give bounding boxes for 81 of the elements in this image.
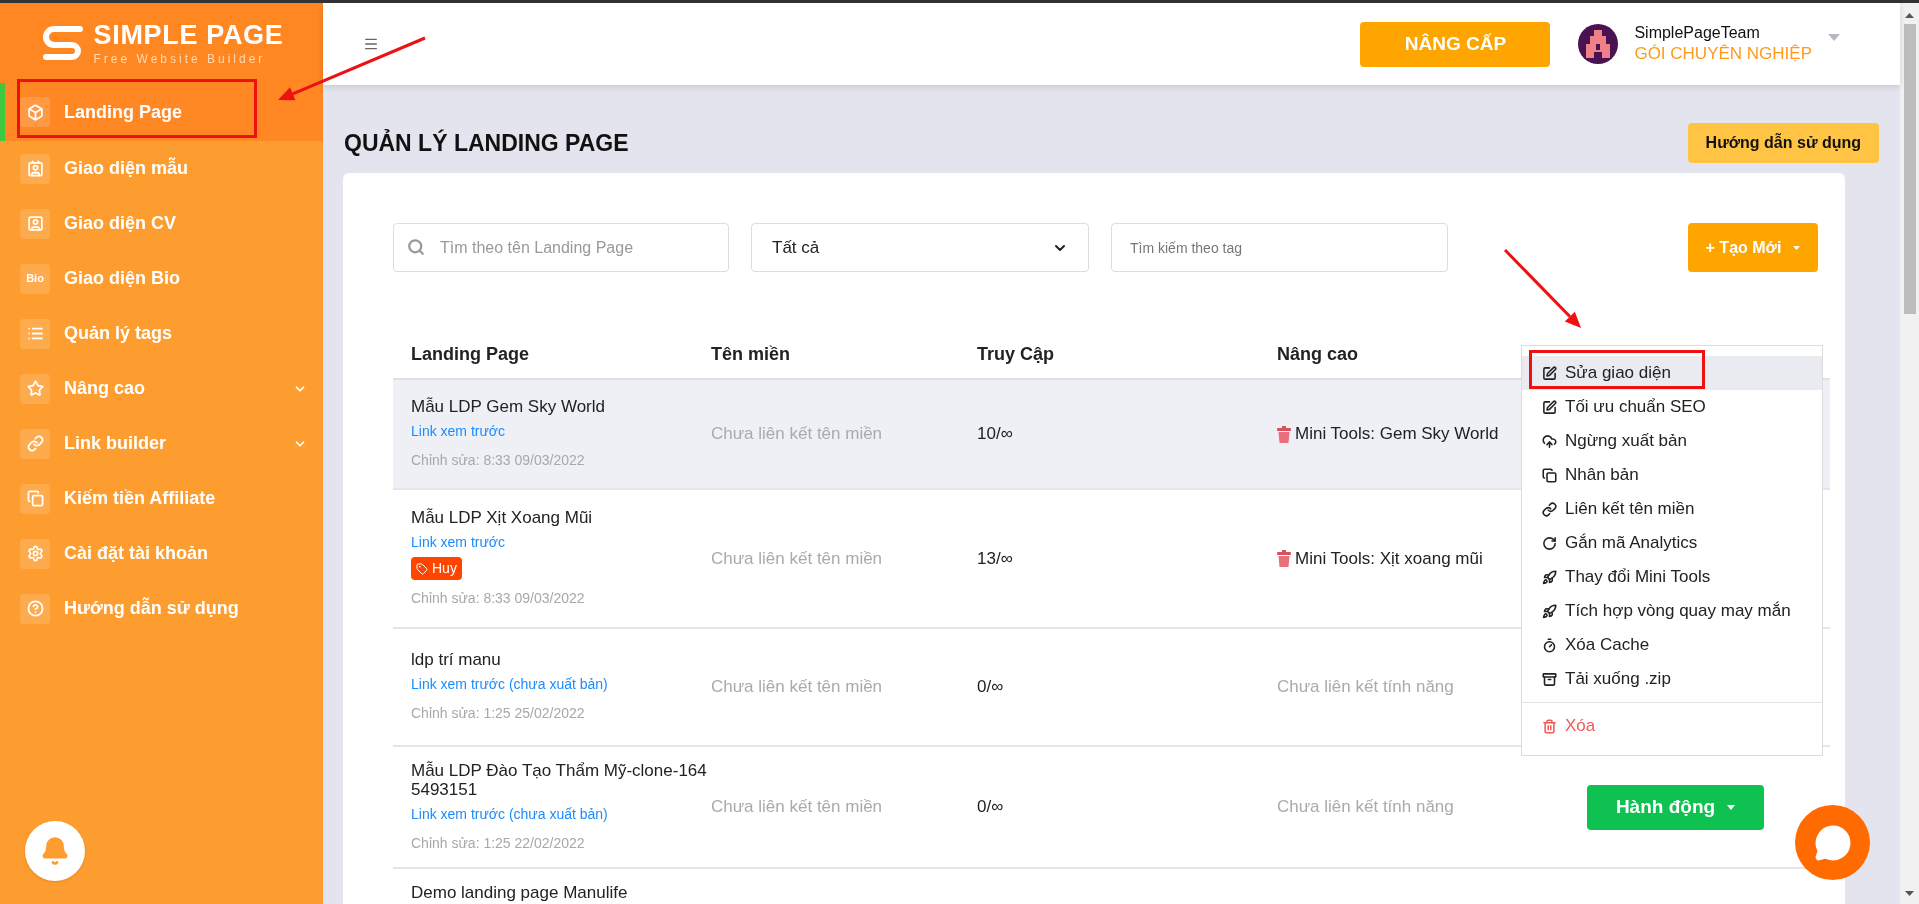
copy-icon <box>1542 467 1557 483</box>
sidebar-item-label: Kiếm tiền Affiliate <box>64 487 217 510</box>
scrollbar-thumb[interactable] <box>1903 24 1916 314</box>
list-icon <box>20 318 50 349</box>
logo-subtitle: Free Website Builder <box>93 52 267 65</box>
id-badge-icon <box>20 208 50 239</box>
caret-down-icon <box>1793 245 1801 250</box>
sidebar-item-label: Hướng dẫn sử dụng <box>64 596 240 620</box>
column-header: Tên miền <box>711 342 791 366</box>
edit-icon <box>1542 365 1557 381</box>
link-icon <box>1542 501 1557 517</box>
bio-icon: Bio <box>20 263 50 294</box>
domain-status: Chưa liên kết tên miền <box>711 677 883 697</box>
sidebar-item-label: Cài đặt tài khoản <box>64 542 210 565</box>
trash-icon <box>1277 425 1291 443</box>
sidebar-item-label: Quản lý tags <box>64 322 174 345</box>
trash-icon <box>1277 550 1291 567</box>
rocket-icon <box>1542 603 1557 619</box>
bell-icon <box>40 836 70 866</box>
sidebar-item-label: Link builder <box>64 432 167 455</box>
notification-bell-button[interactable] <box>25 821 85 881</box>
feature-status: Chưa liên kết tính năng <box>1277 676 1454 699</box>
landing-page-name[interactable]: Mẫu LDP Gem Sky World <box>411 397 605 416</box>
landing-page-name[interactable]: Demo landing page Manulife <box>411 883 628 902</box>
search-icon <box>407 238 425 256</box>
settings-icon <box>20 538 50 569</box>
edited-time: Chỉnh sửa: 1:25 25/02/2022 <box>411 704 585 723</box>
status-select[interactable]: Tất cả <box>751 223 1089 272</box>
access-count: 0/∞ <box>977 797 1004 817</box>
contact-card-icon <box>20 153 50 184</box>
rocket-icon <box>1542 569 1557 585</box>
box-icon <box>20 97 50 127</box>
menu-icon[interactable] <box>363 36 379 52</box>
sidebar-item-label: Giao diện Bio <box>64 267 181 290</box>
timer-icon <box>1542 637 1557 653</box>
chat-bubble-icon <box>1813 823 1852 862</box>
mini-tool-name: Mini Tools: Xịt xoang mũi <box>1295 547 1483 570</box>
user-name: SimplePageTeam <box>1634 23 1761 44</box>
trash-icon <box>1542 718 1557 734</box>
link-icon <box>20 428 50 459</box>
landing-page-name[interactable]: ldp trí manu <box>411 650 501 669</box>
column-header: Landing Page <box>411 342 530 366</box>
edit-icon <box>1542 399 1557 415</box>
scroll-up-icon[interactable] <box>1905 13 1914 18</box>
avatar-icon <box>1578 24 1619 64</box>
domain-status: Chưa liên kết tên miền <box>711 424 883 444</box>
caret-down-icon[interactable] <box>1828 33 1840 41</box>
mini-tool-name: Mini Tools: Gem Sky World <box>1295 423 1499 446</box>
column-header: Truy Cập <box>977 342 1056 366</box>
edited-time: Chỉnh sửa: 8:33 09/03/2022 <box>411 451 585 470</box>
edited-time: Chỉnh sửa: 1:25 22/02/2022 <box>411 833 585 853</box>
copy-icon <box>20 483 50 514</box>
tag-icon <box>416 562 428 575</box>
caret-down-icon <box>1727 804 1736 810</box>
page-title: QUẢN LÝ LANDING PAGE <box>344 128 629 158</box>
search-field[interactable]: Tìm theo tên Landing Page <box>393 223 729 272</box>
tag-search-field[interactable]: Tìm kiếm theo tag <box>1111 223 1448 272</box>
feature-status: Chưa liên kết tính năng <box>1277 796 1454 819</box>
archive-icon <box>1542 671 1557 687</box>
menu-item[interactable]: Sửa giao diện <box>1522 356 1822 390</box>
user-plan: GÓI CHUYÊN NGHIỆP <box>1634 43 1812 65</box>
landing-page-name[interactable]: Mẫu LDP Xịt Xoang Mũi <box>411 508 593 527</box>
sidebar-item-label: Giao diện CV <box>64 212 178 235</box>
edited-time: Chỉnh sửa: 8:33 09/03/2022 <box>411 589 585 608</box>
landing-page-name[interactable]: Mẫu LDP Đào Tạo Thẩm Mỹ-clone-1645493151 <box>411 760 711 799</box>
domain-status: Chưa liên kết tên miền <box>711 797 883 817</box>
access-count: 0/∞ <box>977 677 1004 697</box>
access-count: 13/∞ <box>977 548 1013 568</box>
scroll-down-icon[interactable] <box>1905 891 1914 896</box>
guide-button[interactable]: Hướng dẫn sử dụng <box>1687 123 1879 163</box>
refresh-icon <box>1542 535 1557 551</box>
access-count: 10/∞ <box>977 424 1013 444</box>
logo-title: SIMPLE PAGE <box>93 21 284 49</box>
help-icon <box>20 593 50 624</box>
domain-status: Chưa liên kết tên miền <box>711 548 883 568</box>
sidebar-item-label: Nâng cao <box>64 377 147 400</box>
sidebar-item-label: Giao diện mẫu <box>64 156 190 180</box>
active-indicator <box>0 83 5 141</box>
cloud-upload-icon <box>1542 433 1557 449</box>
sidebar-item-label: Landing Page <box>64 100 183 124</box>
column-header: Nâng cao <box>1277 342 1360 366</box>
